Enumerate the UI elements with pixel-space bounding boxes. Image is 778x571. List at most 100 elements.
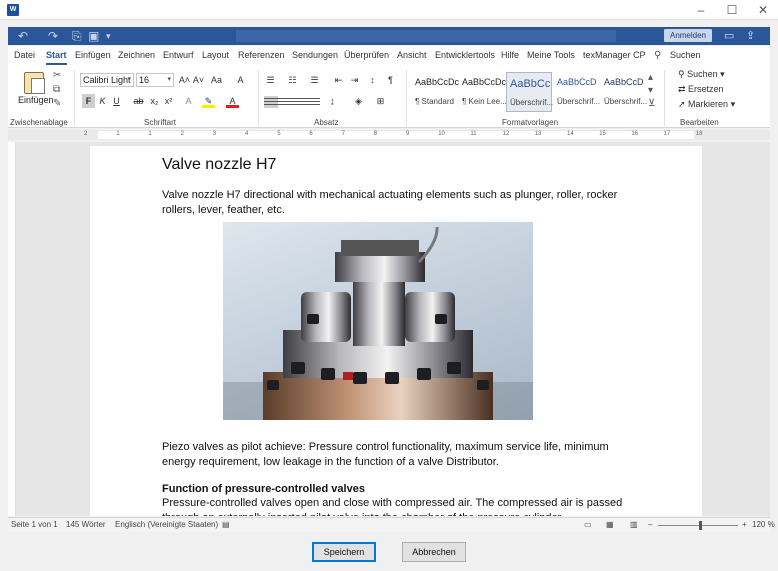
- share-icon[interactable]: ⇪: [746, 28, 755, 44]
- increase-indent-icon[interactable]: ⇥: [348, 73, 361, 87]
- clear-format-icon[interactable]: A: [234, 73, 247, 87]
- save-icon[interactable]: ▣: [88, 28, 99, 44]
- superscript-icon[interactable]: x²: [162, 94, 175, 108]
- shrink-font-icon[interactable]: A˅: [192, 73, 205, 87]
- web-layout-icon[interactable]: ▥: [630, 520, 638, 529]
- replace-button[interactable]: ⇄ Ersetzen: [678, 84, 724, 95]
- multilevel-list-icon[interactable]: ☰: [308, 73, 321, 87]
- ribbon-tabs: Datei Start Einfügen Zeichnen Entwurf La…: [8, 46, 770, 66]
- language-indicator[interactable]: Englisch (Vereinigte Staaten): [115, 520, 218, 529]
- document-area[interactable]: Valve nozzle H7 Valve nozzle H7 directio…: [16, 142, 770, 516]
- style-heading-2[interactable]: AaBbCcD Überschrif...: [554, 72, 600, 112]
- tab-sendungen[interactable]: Sendungen: [292, 50, 338, 60]
- intro-paragraph[interactable]: Valve nozzle H7 directional with mechani…: [162, 188, 642, 218]
- tab-entwurf[interactable]: Entwurf: [163, 50, 194, 60]
- document-title[interactable]: Valve nozzle H7: [162, 156, 276, 174]
- word-count[interactable]: 145 Wörter: [66, 520, 106, 529]
- piezo-paragraph[interactable]: Piezo valves as pilot achieve: Pressure …: [162, 440, 642, 470]
- cancel-button[interactable]: Abbrechen: [402, 542, 466, 562]
- read-mode-icon[interactable]: ▭: [584, 520, 592, 529]
- paste-button[interactable]: Einfügen: [18, 95, 54, 105]
- format-painter-icon[interactable]: ✎: [53, 98, 61, 109]
- quick-access-bar: ↶ ↷ ⎘ ▣ ▾ Anmelden ▭ ⇪: [8, 27, 770, 45]
- tab-layout[interactable]: Layout: [202, 50, 229, 60]
- save-button[interactable]: Speichern: [312, 542, 376, 562]
- style-no-spacing[interactable]: AaBbCcDc ¶ Kein Lee...: [459, 72, 506, 112]
- copy-icon[interactable]: ⧉: [53, 84, 60, 95]
- align-left-icon[interactable]: [264, 96, 278, 108]
- font-size-combo[interactable]: 16 ▾: [136, 73, 174, 87]
- subscript-icon[interactable]: x₂: [148, 94, 161, 108]
- style-heading-1[interactable]: AaBbCc Überschrif...: [506, 72, 553, 112]
- tell-me-search[interactable]: Suchen: [670, 50, 701, 60]
- justify-icon[interactable]: [306, 96, 320, 108]
- ribbon-display-icon[interactable]: ▭: [724, 28, 734, 44]
- close-button[interactable]: ✕: [748, 0, 778, 20]
- change-case-icon[interactable]: Aa: [210, 73, 223, 87]
- style-standard[interactable]: AaBbCcDc ¶ Standard: [412, 72, 459, 112]
- shading-icon[interactable]: ◈: [352, 94, 365, 108]
- tab-referenzen[interactable]: Referenzen: [238, 50, 285, 60]
- text-effects-icon[interactable]: A: [182, 94, 195, 108]
- zoom-in-button[interactable]: +: [742, 520, 747, 529]
- pilcrow-icon[interactable]: ¶: [384, 73, 397, 87]
- maximize-button[interactable]: ☐: [717, 0, 747, 20]
- tab-zeichnen[interactable]: Zeichnen: [118, 50, 155, 60]
- bold-icon[interactable]: F: [82, 94, 95, 108]
- ruler-tick-label: 14: [567, 131, 574, 137]
- font-color-icon[interactable]: A: [226, 94, 239, 108]
- document-page[interactable]: Valve nozzle H7 Valve nozzle H7 directio…: [90, 146, 702, 516]
- tab-ansicht[interactable]: Ansicht: [397, 50, 427, 60]
- strikethrough-icon[interactable]: ab: [132, 94, 145, 108]
- section-paragraph[interactable]: Pressure-controlled valves open and clos…: [162, 496, 642, 516]
- zoom-slider-thumb[interactable]: [699, 521, 702, 530]
- sort-icon[interactable]: ↕: [366, 73, 379, 87]
- underline-icon[interactable]: U: [110, 94, 123, 108]
- tab-start[interactable]: Start: [46, 50, 67, 65]
- bullets-icon[interactable]: ☰: [264, 73, 277, 87]
- tab-hilfe[interactable]: Hilfe: [501, 50, 519, 60]
- redo-icon[interactable]: ↷: [48, 28, 58, 44]
- select-button[interactable]: ➚ Markieren ▾: [678, 99, 735, 110]
- vertical-ruler[interactable]: [8, 142, 16, 516]
- tab-einfuegen[interactable]: Einfügen: [75, 50, 111, 60]
- ruler-tick-label: 8: [373, 131, 378, 137]
- print-layout-icon[interactable]: ▦: [606, 520, 614, 529]
- cut-icon[interactable]: ✂: [53, 70, 61, 81]
- borders-icon[interactable]: ⊞: [374, 94, 387, 108]
- proofing-icon[interactable]: ▤: [222, 520, 230, 529]
- highlight-icon[interactable]: ✎: [202, 94, 215, 108]
- decrease-indent-icon[interactable]: ⇤: [332, 73, 345, 87]
- numbering-icon[interactable]: ☷: [286, 73, 299, 87]
- horizontal-ruler[interactable]: 2 1 1 2 3 4 5 6 7 8 9 10 11 12 13 14 15 16 17 18: [8, 130, 770, 140]
- line-spacing-icon[interactable]: ↨: [326, 94, 339, 108]
- align-right-icon[interactable]: [292, 96, 306, 108]
- customize-icon[interactable]: ▾: [106, 28, 111, 44]
- tab-entwicklertools[interactable]: Entwicklertools: [435, 50, 495, 60]
- styles-scroll-up-icon[interactable]: ▴: [648, 72, 653, 83]
- paste-icon[interactable]: [24, 72, 45, 94]
- styles-scroll-down-icon[interactable]: ▾: [648, 85, 653, 96]
- style-heading-3[interactable]: AaBbCcD Überschrif...: [601, 72, 647, 112]
- find-button[interactable]: ⚲ Suchen ▾: [678, 69, 725, 80]
- align-center-icon[interactable]: [278, 96, 292, 108]
- grow-font-icon[interactable]: A˄: [178, 73, 191, 87]
- page-count[interactable]: Seite 1 von 1: [11, 520, 58, 529]
- font-name-combo[interactable]: Calibri Light ▾: [80, 73, 134, 87]
- valve-photo[interactable]: [223, 222, 533, 420]
- undo-icon[interactable]: ↶: [18, 28, 28, 44]
- italic-icon[interactable]: K: [96, 94, 109, 108]
- zoom-slider[interactable]: [658, 525, 738, 526]
- section-heading[interactable]: Function of pressure-controlled valves: [162, 483, 365, 495]
- tab-meine-tools[interactable]: Meine Tools: [527, 50, 575, 60]
- more-icon[interactable]: ⎘: [72, 28, 82, 44]
- tab-texmanager[interactable]: texManager CP: [583, 50, 646, 60]
- minimize-button[interactable]: –: [686, 0, 716, 20]
- zoom-out-button[interactable]: –: [648, 520, 652, 529]
- login-button[interactable]: Anmelden: [664, 29, 712, 42]
- styles-more-icon[interactable]: ⊻: [648, 98, 655, 109]
- tab-datei[interactable]: Datei: [14, 50, 35, 60]
- status-bar: Seite 1 von 1 145 Wörter Englisch (Verei…: [8, 517, 775, 532]
- tab-ueberpruefen[interactable]: Überprüfen: [344, 50, 389, 60]
- zoom-level[interactable]: 120 %: [752, 520, 775, 529]
